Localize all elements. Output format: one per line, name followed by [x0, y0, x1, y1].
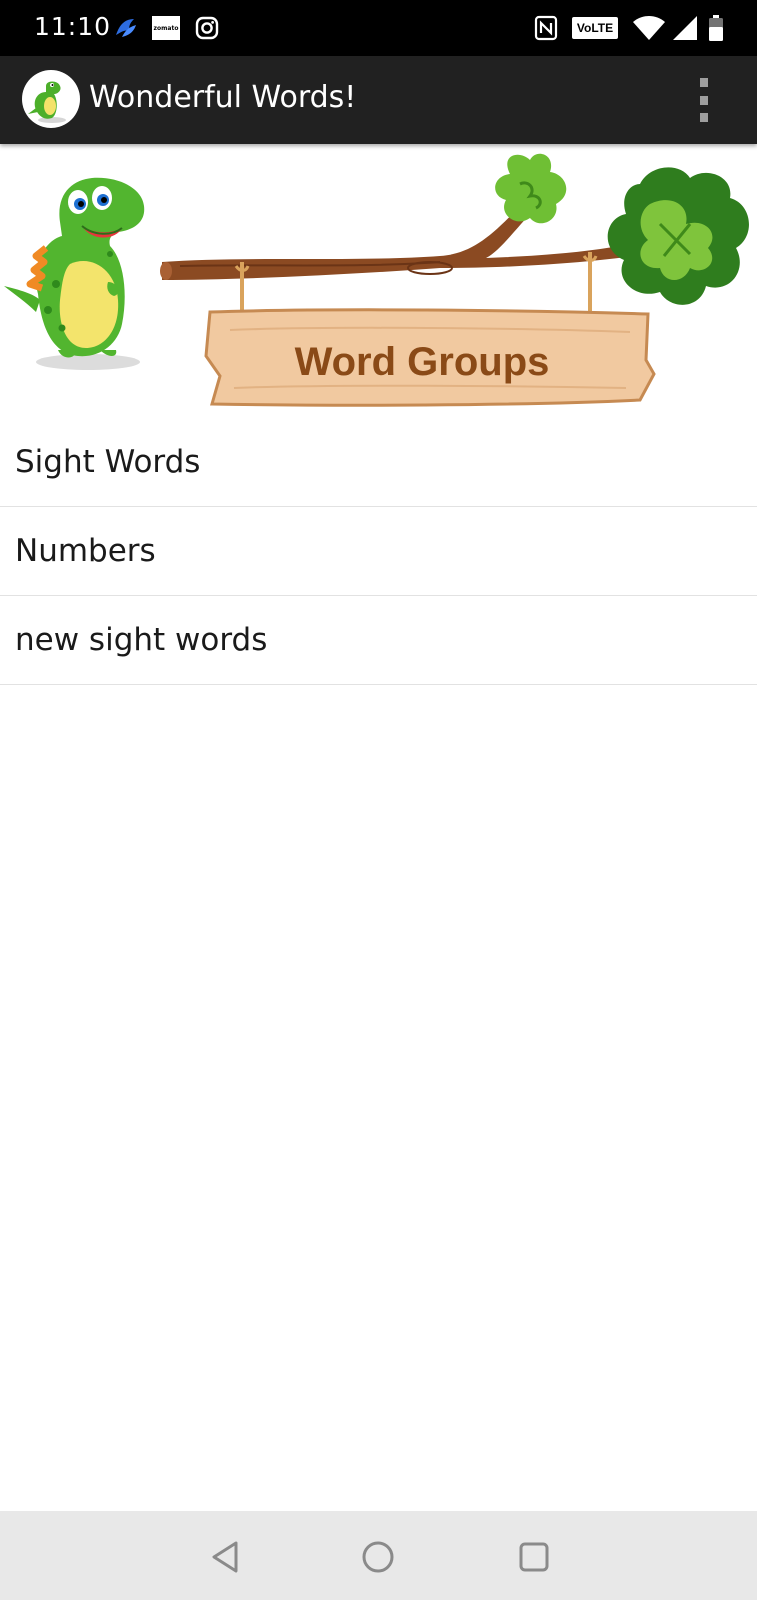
list-item-label: new sight words [15, 622, 268, 658]
dinosaur-logo-icon [28, 81, 66, 123]
menu-dot [700, 113, 708, 122]
recents-icon[interactable] [514, 1537, 554, 1577]
signal-icon [672, 14, 698, 42]
nfc-icon [533, 14, 559, 42]
word-group-list: Sight Words Numbers new sight words [0, 418, 757, 685]
instagram-icon [194, 14, 220, 42]
tree-leaves-icon [607, 167, 749, 305]
home-icon[interactable] [358, 1537, 398, 1577]
zomato-icon: zomato [152, 16, 180, 40]
banner-title: Word Groups [294, 340, 550, 384]
status-bar: 11:10 zomato VoLTE [0, 0, 757, 56]
menu-dot [700, 78, 708, 87]
app-logo [22, 70, 80, 128]
list-item[interactable]: Sight Words [0, 418, 757, 507]
app-title: Wonderful Words! [89, 80, 357, 115]
back-icon[interactable] [206, 1537, 246, 1577]
leaves-icon [495, 153, 567, 224]
menu-dot [700, 95, 708, 105]
volte-icon: VoLTE [572, 17, 618, 39]
navigation-bar [0, 1511, 757, 1600]
list-item[interactable]: new sight words [0, 596, 757, 685]
list-item[interactable]: Numbers [0, 507, 757, 596]
tree-branch-icon [160, 206, 634, 280]
dinosaur-icon [4, 177, 145, 370]
wifi-icon [632, 14, 666, 42]
list-item-label: Sight Words [15, 444, 201, 480]
app-bar: Wonderful Words! [0, 56, 757, 144]
app-notification-icon [112, 14, 140, 42]
more-vert-icon[interactable] [692, 78, 716, 122]
battery-icon [708, 14, 724, 42]
word-groups-banner: Word Groups [0, 144, 757, 420]
list-item-label: Numbers [15, 533, 156, 569]
status-time: 11:10 [34, 12, 112, 41]
